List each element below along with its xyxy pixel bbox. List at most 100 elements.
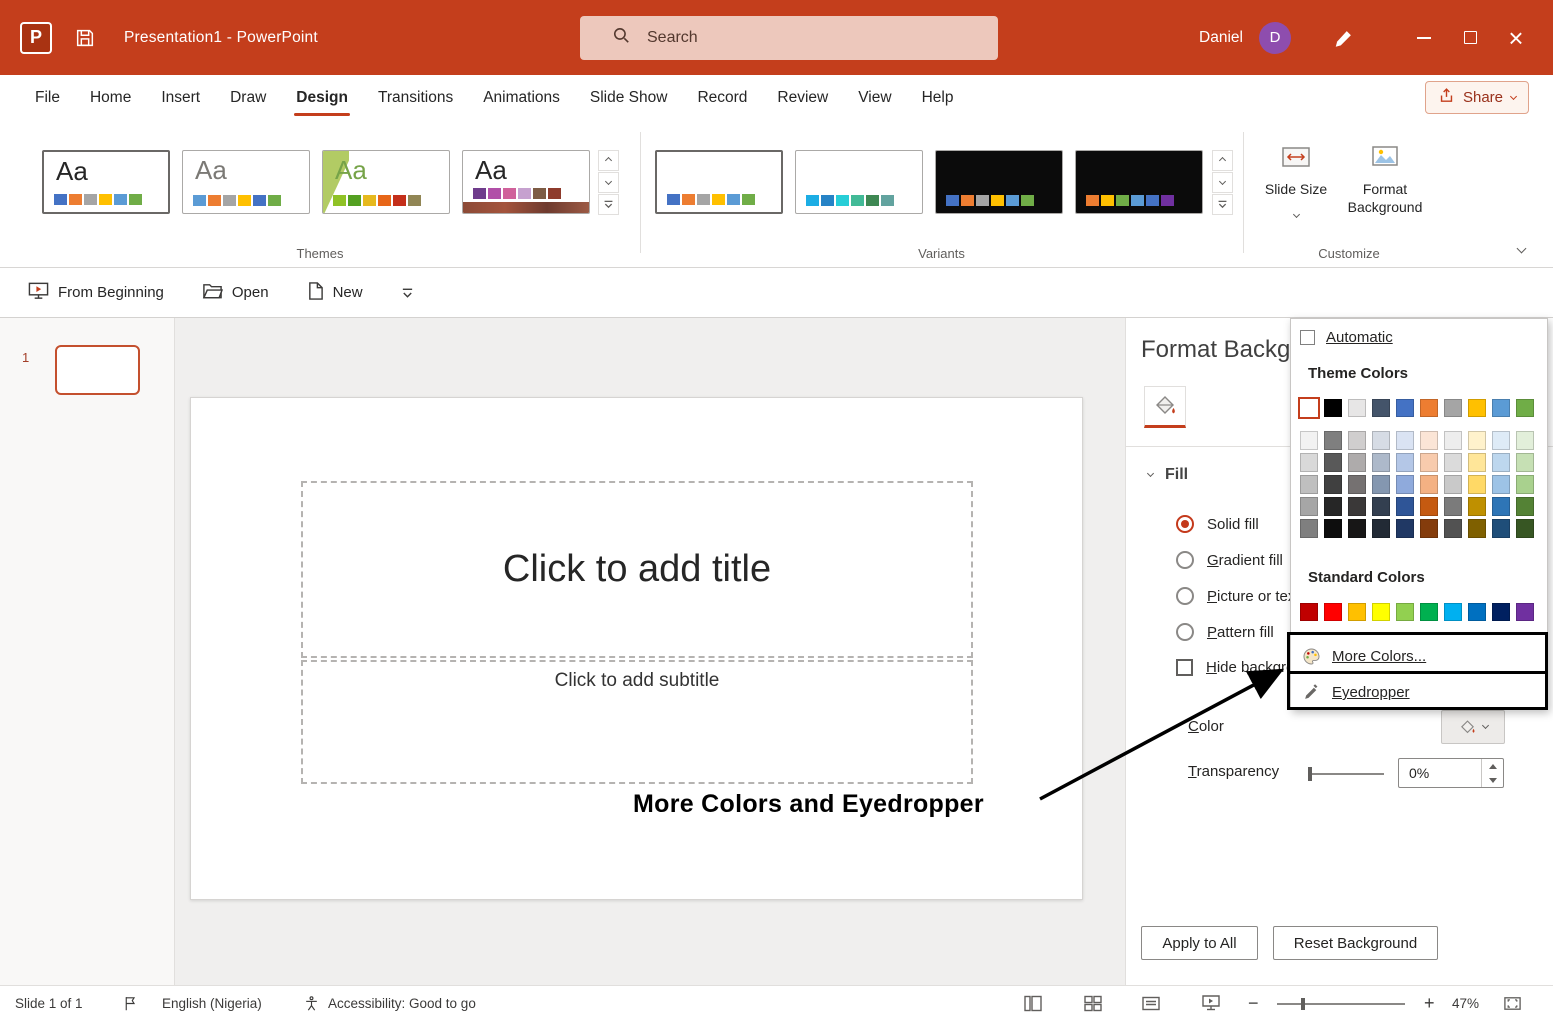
color-swatch[interactable] <box>1372 431 1390 450</box>
slide-canvas[interactable]: Click to add title Click to add subtitle <box>190 397 1083 900</box>
color-swatch[interactable] <box>836 195 849 206</box>
color-swatch[interactable] <box>1444 453 1462 472</box>
transparency-slider-thumb[interactable] <box>1308 767 1312 781</box>
tab-slide-show[interactable]: Slide Show <box>575 75 683 120</box>
color-swatch[interactable] <box>99 194 112 205</box>
color-swatch[interactable] <box>1348 431 1366 450</box>
gradient-fill-option[interactable]: Gradient fill <box>1176 551 1283 569</box>
color-swatch[interactable] <box>1300 475 1318 494</box>
color-swatch[interactable] <box>1420 453 1438 472</box>
zoom-in-button[interactable]: + <box>1424 986 1435 1021</box>
open-button[interactable]: Open <box>202 282 269 304</box>
color-swatch[interactable] <box>1444 519 1462 538</box>
slide-size-button[interactable]: Slide Size <box>1261 144 1331 221</box>
color-swatch[interactable] <box>1516 431 1534 450</box>
color-swatch[interactable] <box>1444 399 1462 417</box>
spinner-up-button[interactable] <box>1482 759 1503 773</box>
color-swatch[interactable] <box>697 194 710 205</box>
themes-more-button[interactable] <box>598 194 619 215</box>
color-swatch[interactable] <box>1324 497 1342 516</box>
color-swatch[interactable] <box>1396 497 1414 516</box>
color-swatch[interactable] <box>1396 453 1414 472</box>
themes-scroll-down-button[interactable] <box>598 172 619 193</box>
color-swatch[interactable] <box>1348 603 1366 621</box>
color-swatch[interactable] <box>1492 519 1510 538</box>
fill-color-dropdown[interactable] <box>1441 710 1505 744</box>
slide-sorter-view-button[interactable] <box>1083 986 1103 1021</box>
transparency-slider[interactable] <box>1308 773 1384 775</box>
color-swatch[interactable] <box>129 194 142 205</box>
theme-card-2[interactable]: Aa <box>182 150 310 214</box>
color-swatch[interactable] <box>1492 497 1510 516</box>
color-swatch[interactable] <box>1420 519 1438 538</box>
color-swatch[interactable] <box>393 195 406 206</box>
color-swatch[interactable] <box>946 195 959 206</box>
normal-view-button[interactable] <box>1023 986 1043 1021</box>
color-swatch[interactable] <box>223 195 236 206</box>
color-swatch[interactable] <box>1372 519 1390 538</box>
slide-thumbnail[interactable] <box>55 345 140 395</box>
automatic-color-option[interactable]: Automatic <box>1300 324 1393 350</box>
color-swatch[interactable] <box>1131 195 1144 206</box>
color-swatch[interactable] <box>1516 603 1534 621</box>
color-swatch[interactable] <box>114 194 127 205</box>
color-swatch[interactable] <box>1468 475 1486 494</box>
variants-scroll-up-button[interactable] <box>1212 150 1233 171</box>
color-swatch[interactable] <box>533 188 546 199</box>
color-swatch[interactable] <box>1324 453 1342 472</box>
themes-scroll-up-button[interactable] <box>598 150 619 171</box>
color-swatch[interactable] <box>518 188 531 199</box>
color-swatch[interactable] <box>1396 475 1414 494</box>
color-swatch[interactable] <box>1516 475 1534 494</box>
tab-view[interactable]: View <box>843 75 906 120</box>
more-colors-menu-item[interactable]: More Colors... <box>1291 640 1547 673</box>
color-swatch[interactable] <box>961 195 974 206</box>
color-swatch[interactable] <box>1372 453 1390 472</box>
maximize-button[interactable] <box>1447 0 1493 75</box>
color-swatch[interactable] <box>1324 519 1342 538</box>
color-swatch[interactable] <box>1492 603 1510 621</box>
color-swatch[interactable] <box>1348 399 1366 417</box>
search-box[interactable]: Search <box>580 16 998 60</box>
color-swatch[interactable] <box>1146 195 1159 206</box>
color-swatch[interactable] <box>1300 603 1318 621</box>
color-swatch[interactable] <box>742 194 755 205</box>
color-swatch[interactable] <box>1348 519 1366 538</box>
color-swatch[interactable] <box>1420 399 1438 417</box>
format-background-button[interactable]: Format Background <box>1339 144 1431 216</box>
color-swatch[interactable] <box>488 188 501 199</box>
color-swatch[interactable] <box>378 195 391 206</box>
variants-scroll-down-button[interactable] <box>1212 172 1233 193</box>
zoom-slider-thumb[interactable] <box>1301 998 1305 1010</box>
language-selector[interactable]: English (Nigeria) <box>162 986 262 1021</box>
zoom-level[interactable]: 47% <box>1452 986 1479 1021</box>
color-swatch[interactable] <box>1021 195 1034 206</box>
color-swatch[interactable] <box>1468 519 1486 538</box>
variant-card-3[interactable] <box>935 150 1063 214</box>
tab-design[interactable]: Design <box>281 75 363 120</box>
user-name[interactable]: Daniel <box>1199 29 1243 47</box>
color-swatch[interactable] <box>1444 497 1462 516</box>
color-swatch[interactable] <box>548 188 561 199</box>
color-swatch[interactable] <box>1396 603 1414 621</box>
fill-section-header[interactable]: Fill <box>1148 466 1188 484</box>
from-beginning-button[interactable]: From Beginning <box>28 281 164 305</box>
color-swatch[interactable] <box>69 194 82 205</box>
minimize-button[interactable] <box>1401 0 1447 75</box>
color-swatch[interactable] <box>1420 431 1438 450</box>
color-swatch[interactable] <box>1516 519 1534 538</box>
color-swatch[interactable] <box>1444 475 1462 494</box>
tab-review[interactable]: Review <box>762 75 843 120</box>
color-swatch[interactable] <box>821 195 834 206</box>
save-icon[interactable] <box>74 27 96 49</box>
color-swatch[interactable] <box>1516 453 1534 472</box>
color-swatch[interactable] <box>1300 519 1318 538</box>
zoom-slider[interactable] <box>1277 1003 1405 1005</box>
color-swatch[interactable] <box>727 194 740 205</box>
pattern-fill-option[interactable]: Pattern fill <box>1176 623 1274 641</box>
color-swatch[interactable] <box>851 195 864 206</box>
reading-view-button[interactable] <box>1141 986 1161 1021</box>
color-swatch[interactable] <box>1372 399 1390 417</box>
color-swatch[interactable] <box>1300 453 1318 472</box>
reset-background-button[interactable]: Reset Background <box>1273 926 1438 960</box>
